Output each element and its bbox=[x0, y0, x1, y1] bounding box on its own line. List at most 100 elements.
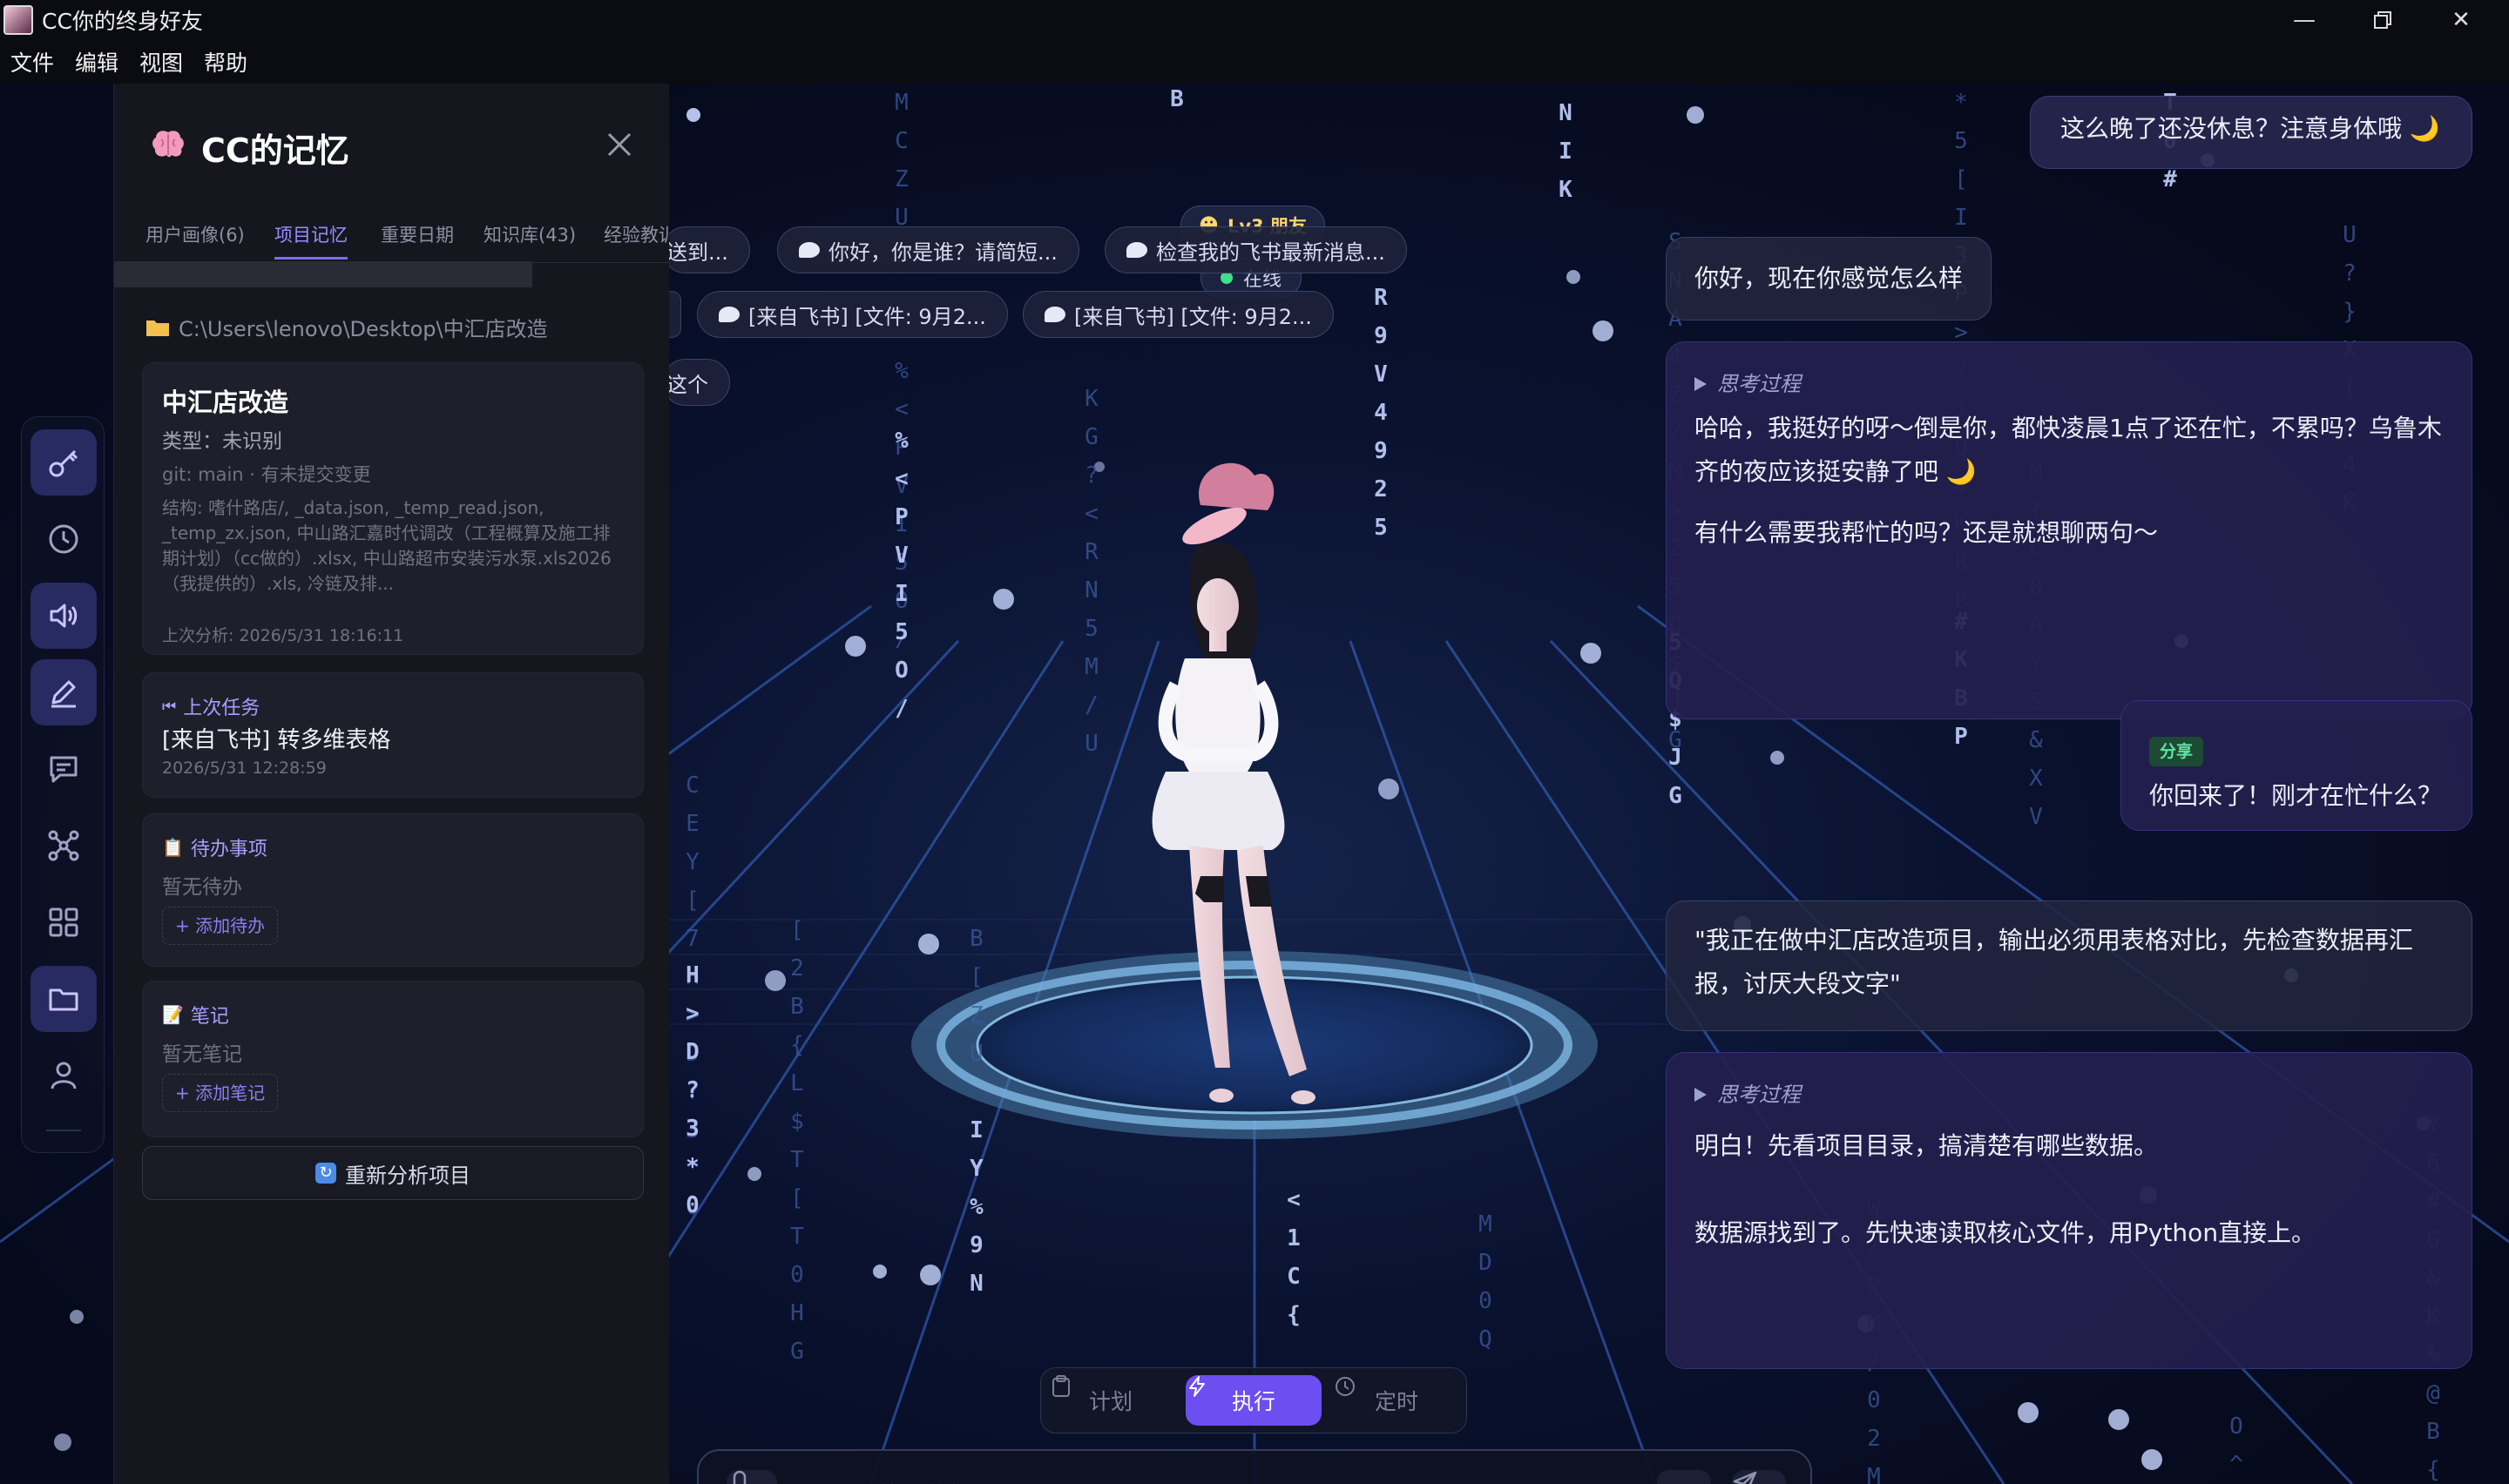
chat-message-ai: 分享 你回来了！刚才在忙什么？ bbox=[2120, 700, 2472, 831]
last-analysis-time: 上次分析: 2026/5/31 18:16:11 bbox=[162, 626, 404, 645]
mode-label: 定时 bbox=[1374, 1389, 1418, 1414]
message-text: 这么晚了还没休息？注意身体哦 🌙 bbox=[2060, 114, 2440, 143]
message-text: 明白！先看项目目录，搞清楚有哪些数据。 bbox=[1694, 1131, 2159, 1160]
notes-card: 📝 笔记 暂无笔记 + 添加笔记 bbox=[142, 981, 644, 1137]
quick-prompt[interactable]: 这个 bbox=[662, 359, 730, 406]
tab-important-dates[interactable]: 重要日期 bbox=[381, 211, 454, 260]
tab-knowledge-base[interactable]: 知识库(43) bbox=[484, 211, 576, 260]
mode-execute-button[interactable]: 执行 bbox=[1186, 1375, 1322, 1426]
message-text: "我正在做中汇店改造项目，输出必须用表格对比，先检查数据再汇报，讨厌大段文字" bbox=[1694, 926, 2413, 998]
nav-network-button[interactable] bbox=[30, 813, 97, 879]
nav-edit-button[interactable] bbox=[30, 659, 97, 725]
quick-prompt-label: 你好，你是谁？请简短... bbox=[828, 239, 1058, 265]
maximize-button[interactable] bbox=[2343, 0, 2422, 40]
nav-apps-button[interactable] bbox=[30, 889, 97, 955]
folder-icon bbox=[49, 988, 78, 1011]
nav-chat-button[interactable] bbox=[30, 736, 97, 802]
command-input[interactable] bbox=[807, 1472, 1469, 1484]
rewind-icon: ⏮ bbox=[162, 697, 177, 716]
message-text: 数据源找到了。先快速读取核心文件，用Python直接上。 bbox=[1694, 1218, 2316, 1247]
chat-bubble-icon bbox=[799, 242, 820, 258]
quick-prompt[interactable]: 检查我的飞书最新消息... bbox=[1105, 226, 1407, 273]
menu-view[interactable]: 视图 bbox=[139, 46, 183, 78]
project-name: 中汇店改造 bbox=[162, 388, 289, 417]
add-note-button[interactable]: + 添加笔记 bbox=[162, 1074, 279, 1112]
platform-disc bbox=[911, 951, 1598, 1139]
tabs-scrollbar[interactable] bbox=[114, 261, 532, 287]
memory-tabs: 用户画像(6) 项目记忆 重要日期 知识库(43) 经验教训 bbox=[114, 211, 670, 263]
minimize-button[interactable]: — bbox=[2265, 0, 2343, 40]
quick-prompt[interactable]: [来自飞书] [文件: 9月2... bbox=[1023, 291, 1334, 338]
clipboard-icon: 📋 bbox=[162, 837, 184, 858]
code-rain: % < P V I 5 O / bbox=[895, 428, 909, 722]
quick-prompt[interactable]: 你好，你是谁？请简短... bbox=[777, 226, 1079, 273]
brain-icon bbox=[152, 131, 184, 158]
last-task-title: [来自飞书] 转多维表格 bbox=[162, 727, 391, 753]
menu-help[interactable]: 帮助 bbox=[204, 46, 247, 78]
microphone-button[interactable] bbox=[727, 1470, 777, 1484]
quick-prompt-label: [来自飞书] [文件: 9月2... bbox=[748, 304, 986, 329]
nav-folder-button[interactable] bbox=[30, 966, 97, 1032]
key-icon bbox=[49, 449, 78, 477]
chat-message-ai: 思考过程 明白！先看项目目录，搞清楚有哪些数据。 数据源找到了。先快速读取核心文… bbox=[1666, 1052, 2472, 1369]
nav-history-button[interactable] bbox=[30, 506, 97, 572]
title-bar: CC你的终身好友 — ✕ bbox=[0, 0, 2509, 40]
nav-profile-button[interactable] bbox=[30, 1042, 97, 1109]
message-text: 你回来了！刚才在忙什么？ bbox=[2149, 781, 2443, 810]
refresh-icon: ↻ bbox=[315, 1163, 336, 1184]
mode-plan-button[interactable]: 计划 bbox=[1050, 1375, 1172, 1426]
speaker-icon bbox=[50, 604, 78, 628]
pencil-icon bbox=[51, 680, 76, 708]
project-card: 中汇店改造 类型：未识别 git: main · 有未提交变更 结构: 嗜什路店… bbox=[142, 362, 644, 655]
folder-icon bbox=[146, 320, 169, 336]
project-path: C:\Users\lenovo\Desktop\中汇店改造 bbox=[145, 312, 548, 342]
close-window-button[interactable]: ✕ bbox=[2422, 0, 2500, 40]
code-rain: M D 0 Q bbox=[1478, 1211, 1492, 1352]
project-type: 类型：未识别 bbox=[162, 430, 282, 453]
chat-message-user: "我正在做中汇店改造项目，输出必须用表格对比，先检查数据再汇报，讨厌大段文字" bbox=[1666, 901, 2472, 1031]
user-icon bbox=[51, 1062, 77, 1089]
tab-project-memory[interactable]: 项目记忆 bbox=[274, 211, 348, 260]
mode-timer-button[interactable]: 定时 bbox=[1334, 1375, 1459, 1426]
send-button[interactable] bbox=[1732, 1470, 1786, 1484]
tab-lessons[interactable]: 经验教训 bbox=[604, 211, 670, 260]
add-todo-button[interactable]: + 添加待办 bbox=[162, 907, 279, 945]
heading-label: 待办事项 bbox=[190, 839, 267, 860]
microphone-icon bbox=[729, 1470, 750, 1484]
tab-user-profile[interactable]: 用户画像(6) bbox=[145, 211, 245, 260]
nav-key-button[interactable] bbox=[30, 429, 97, 496]
thinking-toggle[interactable]: 思考过程 bbox=[1694, 1077, 2444, 1112]
quick-prompt-label: 这个 bbox=[666, 372, 708, 397]
menu-file[interactable]: 文件 bbox=[10, 46, 54, 78]
message-text: 你好，现在你感觉怎么样 bbox=[1694, 264, 1964, 293]
triangle-right-icon bbox=[1694, 377, 1707, 391]
memory-panel: CC的记忆 用户画像(6) 项目记忆 重要日期 知识库(43) 经验教训 C:\… bbox=[113, 84, 670, 1484]
chat-bubble-icon bbox=[719, 307, 740, 322]
thinking-toggle[interactable]: 思考过程 bbox=[1694, 367, 2444, 401]
quick-prompt[interactable]: 送到... bbox=[662, 226, 750, 273]
quick-prompt[interactable]: [来自飞书] [文件: 9月2... bbox=[697, 291, 1008, 338]
note-icon: 📝 bbox=[162, 1004, 184, 1025]
menu-edit[interactable]: 编辑 bbox=[75, 46, 118, 78]
quick-prompt-label: 送到... bbox=[666, 239, 728, 265]
message-icon bbox=[50, 756, 78, 783]
heading-label: 笔记 bbox=[190, 1006, 229, 1028]
thinking-label: 思考过程 bbox=[1717, 372, 1801, 396]
nav-voice-button[interactable] bbox=[30, 583, 97, 649]
clock-icon bbox=[49, 524, 78, 554]
close-icon[interactable] bbox=[602, 127, 637, 162]
window-title: CC你的终身好友 bbox=[42, 9, 203, 34]
lightning-icon bbox=[1189, 1376, 1205, 1397]
reanalyze-project-button[interactable]: ↻ 重新分析项目 bbox=[142, 1146, 644, 1200]
side-nav-rail bbox=[21, 416, 105, 1153]
clock-icon bbox=[1336, 1377, 1355, 1396]
triangle-right-icon bbox=[1694, 1088, 1707, 1102]
chat-bubble-icon bbox=[1126, 242, 1147, 258]
rail-divider bbox=[46, 1130, 81, 1131]
project-path-text: C:\Users\lenovo\Desktop\中汇店改造 bbox=[179, 317, 548, 341]
code-rain: K G ? < R N 5 M / U bbox=[1085, 386, 1099, 757]
add-attachment-button[interactable]: + bbox=[1657, 1470, 1711, 1484]
code-rain: I Y % 9 N bbox=[970, 1117, 984, 1297]
chat-message-user: 这么晚了还没休息？注意身体哦 🌙 bbox=[2030, 96, 2472, 169]
mode-label: 执行 bbox=[1231, 1389, 1275, 1414]
